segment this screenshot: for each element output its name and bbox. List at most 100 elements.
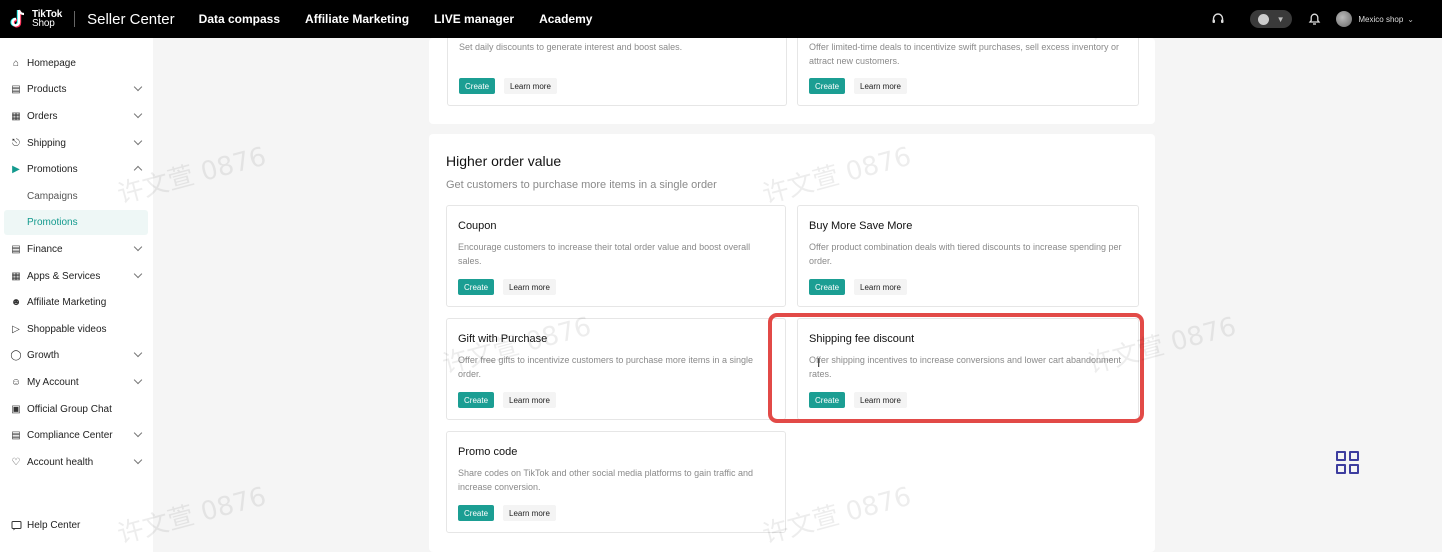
sidebar-sub-promotions[interactable]: Promotions xyxy=(27,217,78,228)
top-bar: TikTok Shop Seller Center Data compass A… xyxy=(0,0,1442,38)
chevron-down-icon xyxy=(133,348,143,358)
grid-apps-icon[interactable] xyxy=(1336,451,1360,475)
chevron-down-icon: ⌄ xyxy=(1407,14,1414,24)
header-divider xyxy=(74,11,76,27)
nav-live-manager[interactable]: LIVE manager xyxy=(434,12,514,26)
nav-data-compass[interactable]: Data compass xyxy=(199,12,280,26)
sidebar-item-shoppable-videos[interactable]: ▷ Shoppable videos xyxy=(0,318,153,340)
headset-icon[interactable] xyxy=(1210,11,1226,27)
sidebar-sub-campaigns[interactable]: Campaigns xyxy=(27,191,78,202)
learn-more-button[interactable]: Learn more xyxy=(854,279,907,295)
sidebar-item-label: My Account xyxy=(27,376,79,388)
sidebar-item-growth[interactable]: ◯ Growth xyxy=(0,344,153,366)
learn-more-button[interactable]: Learn more xyxy=(503,279,556,295)
card-description: Offer product combination deals with tie… xyxy=(809,242,1122,266)
sidebar-item-my-account[interactable]: ☺ My Account xyxy=(0,371,153,393)
text-cursor-icon: I xyxy=(817,356,821,370)
chevron-down-icon xyxy=(133,82,143,92)
sidebar-item-orders[interactable]: ▦ Orders xyxy=(0,105,153,127)
compliance-icon: ▤ xyxy=(11,429,21,441)
learn-more-button[interactable]: Learn more xyxy=(504,78,557,94)
card-top-left: Set daily discounts to generate interest… xyxy=(447,38,787,106)
card-description: Offer shipping incentives to increase co… xyxy=(809,355,1122,379)
sidebar-item-label: Affiliate Marketing xyxy=(27,296,107,308)
sidebar-item-label: Promotions xyxy=(27,163,78,175)
sidebar-item-label: Apps & Services xyxy=(27,270,101,282)
logo-text-shop: Shop xyxy=(32,18,55,29)
section-daily-deals: Set daily discounts to generate interest… xyxy=(429,38,1155,124)
learn-more-button[interactable]: Learn more xyxy=(854,78,907,94)
learn-more-button[interactable]: Learn more xyxy=(503,392,556,408)
help-chat-icon xyxy=(10,519,22,531)
chevron-down-icon xyxy=(133,455,143,465)
apps-icon: ▦ xyxy=(11,270,21,282)
product-icon: ▤ xyxy=(11,83,21,95)
chat-status-toggle[interactable]: ▼ xyxy=(1250,10,1293,28)
chevron-down-icon xyxy=(133,428,143,438)
sidebar-item-label: Orders xyxy=(27,110,58,122)
megaphone-icon: ▶ xyxy=(12,163,20,175)
sidebar-item-products[interactable]: ▤ Products xyxy=(0,78,153,100)
create-button[interactable]: Create xyxy=(459,78,496,94)
card-title: Shipping fee discount xyxy=(809,333,915,345)
sidebar-item-promotions[interactable]: ▶ Promotions xyxy=(0,158,153,180)
nav-academy[interactable]: Academy xyxy=(539,12,592,26)
sidebar-item-label: Official Group Chat xyxy=(27,403,112,415)
clipboard-icon: ▦ xyxy=(11,110,21,122)
create-button[interactable]: Create xyxy=(809,78,846,94)
create-button[interactable]: Create xyxy=(458,392,495,408)
card-description: Offer limited-time deals to incentivize … xyxy=(809,42,1119,66)
chevron-down-icon xyxy=(133,242,143,252)
sidebar-item-apps-services[interactable]: ▦ Apps & Services xyxy=(0,265,153,287)
chevron-down-icon xyxy=(133,136,143,146)
learn-more-button[interactable]: Learn more xyxy=(854,392,907,408)
card-title: Coupon xyxy=(458,220,497,232)
truck-icon: ⎋ xyxy=(12,137,20,149)
nav-affiliate-marketing[interactable]: Affiliate Marketing xyxy=(305,12,409,26)
card-description: Share codes on TikTok and other social m… xyxy=(458,468,753,492)
sidebar-item-label: Shipping xyxy=(27,137,66,149)
header-actions: ▼ Mexico shop ⌄ xyxy=(1210,0,1414,38)
health-icon: ♡ xyxy=(11,456,21,468)
chevron-up-icon xyxy=(133,165,143,175)
sidebar-item-affiliate-marketing[interactable]: ☻ Affiliate Marketing xyxy=(0,291,153,313)
learn-more-button[interactable]: Learn more xyxy=(503,505,556,521)
card-title: Buy More Save More xyxy=(809,220,913,232)
sidebar-item-compliance-center[interactable]: ▤ Compliance Center xyxy=(0,424,153,446)
sidebar-item-label: Help Center xyxy=(27,519,81,531)
section-title: Higher order value xyxy=(446,153,562,169)
growth-icon: ◯ xyxy=(10,349,22,361)
sidebar-item-homepage[interactable]: ⌂ Homepage xyxy=(0,52,153,74)
sidebar-item-label: Finance xyxy=(27,243,63,255)
create-button[interactable]: Create xyxy=(809,392,846,408)
card-title: Promo code xyxy=(458,446,518,458)
user-icon: ☺ xyxy=(10,376,22,388)
sidebar-item-label: Shoppable videos xyxy=(27,323,107,335)
chevron-down-icon: ▼ xyxy=(1276,14,1285,24)
card-buy-more-save-more: Buy More Save More Offer product combina… xyxy=(797,205,1139,307)
brand-title: Seller Center xyxy=(87,10,175,28)
video-icon: ▷ xyxy=(12,323,20,335)
card-description: Offer free gifts to incentivize customer… xyxy=(458,355,753,379)
create-button[interactable]: Create xyxy=(809,279,846,295)
sidebar-item-official-group-chat[interactable]: ▣ Official Group Chat xyxy=(0,398,153,420)
bell-icon[interactable] xyxy=(1306,11,1322,27)
shop-name: Mexico shop xyxy=(1358,14,1404,24)
create-button[interactable]: Create xyxy=(458,279,495,295)
sidebar-item-help-center[interactable]: Help Center xyxy=(0,514,153,536)
create-button[interactable]: Create xyxy=(458,505,495,521)
card-title: Gift with Purchase xyxy=(458,333,548,345)
sidebar-item-finance[interactable]: ▤ Finance xyxy=(0,238,153,260)
card-gift-with-purchase: Gift with Purchase Offer free gifts to i… xyxy=(446,318,786,420)
tiktok-note-icon xyxy=(10,9,28,29)
chevron-down-icon xyxy=(133,375,143,385)
chevron-down-icon xyxy=(133,109,143,119)
card-top-right: Offer limited-time deals to incentivize … xyxy=(797,38,1139,106)
sidebar-item-account-health[interactable]: ♡ Account health xyxy=(0,451,153,473)
card-promo-code: Promo code Share codes on TikTok and oth… xyxy=(446,431,786,533)
sidebar-item-shipping[interactable]: ⎋ Shipping xyxy=(0,132,153,154)
card-description: Encourage customers to increase their to… xyxy=(458,242,751,266)
account-menu[interactable]: Mexico shop ⌄ xyxy=(1336,11,1414,27)
tiktok-shop-logo[interactable]: TikTok Shop xyxy=(10,9,62,29)
section-subtitle: Get customers to purchase more items in … xyxy=(446,179,717,191)
